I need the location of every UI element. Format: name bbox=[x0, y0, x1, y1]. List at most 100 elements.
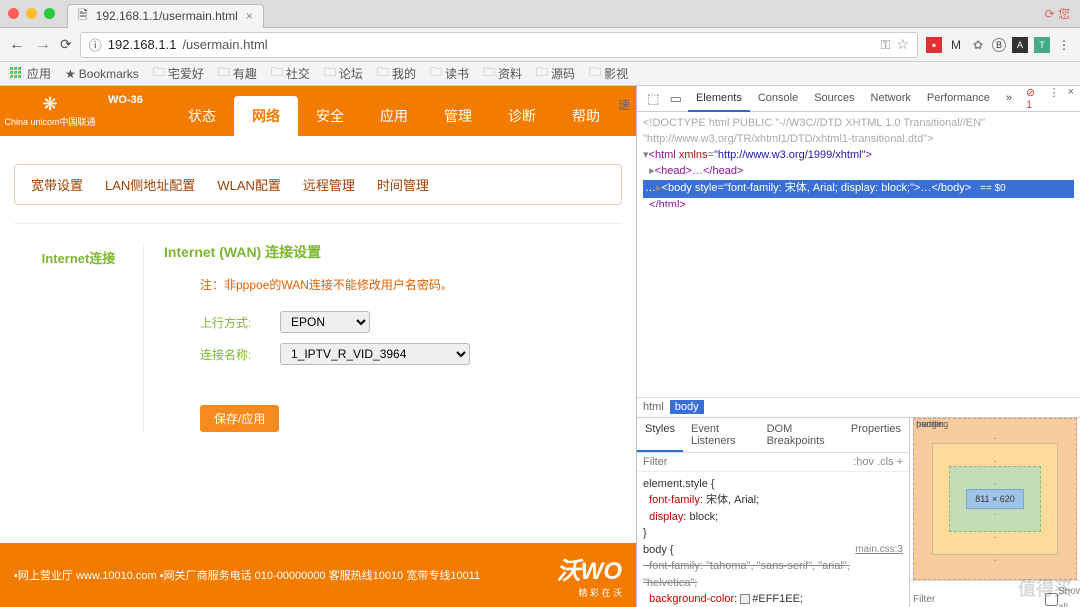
router-header: ❋ China unicom中国联通 WO-36 状态 网络 安全 应用 管理 … bbox=[0, 86, 636, 136]
browser-tab[interactable]: 🗎 192.168.1.1/usermain.html × bbox=[67, 4, 264, 28]
section-title: Internet (WAN) 连接设置 bbox=[164, 242, 622, 262]
dom-tree[interactable]: <!DOCTYPE html PUBLIC "-//W3C//DTD XHTML… bbox=[637, 112, 1080, 207]
minimize-window-icon[interactable] bbox=[26, 8, 37, 19]
bookmark-folder[interactable]: 🗀 影视 bbox=[589, 63, 628, 84]
bookmark-folder[interactable]: 🗀 社交 bbox=[271, 63, 310, 84]
maximize-window-icon[interactable] bbox=[44, 8, 55, 19]
tabs-more-icon[interactable]: » bbox=[998, 86, 1020, 112]
site-info-icon[interactable]: ⓘ bbox=[89, 35, 102, 54]
router-model: WO-36 bbox=[108, 94, 143, 106]
properties-tab[interactable]: Properties bbox=[843, 418, 909, 452]
bookmark-folder[interactable]: 🗀 读书 bbox=[430, 63, 469, 84]
uplink-label: 上行方式: bbox=[200, 314, 280, 331]
ext-icon-3[interactable]: ✿ bbox=[970, 37, 986, 53]
dom-breadcrumb: html body bbox=[637, 397, 1080, 417]
event-listeners-tab[interactable]: Event Listeners bbox=[683, 418, 759, 452]
subnav-lan[interactable]: LAN侧地址配置 bbox=[105, 175, 195, 194]
devtools-close-icon[interactable]: × bbox=[1068, 86, 1074, 111]
devtools-tabs: Elements Console Sources Network Perform… bbox=[688, 86, 1020, 112]
close-tab-icon[interactable]: × bbox=[246, 9, 253, 23]
bookmark-folder[interactable]: 🗀 宅爱好 bbox=[153, 63, 204, 84]
box-content-size: 811 × 620 bbox=[966, 489, 1024, 509]
url-input[interactable]: ⓘ 192.168.1.1/usermain.html ⚿ ☆ bbox=[80, 32, 918, 58]
tab-network[interactable]: Network bbox=[863, 86, 919, 112]
reload-button[interactable]: ⟳ bbox=[60, 36, 72, 53]
bookmark-folder[interactable]: 🗀 我的 bbox=[377, 63, 416, 84]
tab-sources[interactable]: Sources bbox=[806, 86, 862, 112]
page-content: ❋ China unicom中国联通 WO-36 状态 网络 安全 应用 管理 … bbox=[0, 86, 636, 607]
bookmark-folder[interactable]: 🗀 资料 bbox=[483, 63, 522, 84]
crumb-html[interactable]: html bbox=[643, 401, 664, 413]
bookmarks-bar: 应用 ★ Bookmarks 🗀 宅爱好 🗀 有趣 🗀 社交 🗀 论坛 🗀 我的… bbox=[0, 62, 1080, 86]
nav-diagnose[interactable]: 诊断 bbox=[490, 96, 554, 136]
ext-icon-6[interactable]: T bbox=[1034, 37, 1050, 53]
nav-status[interactable]: 状态 bbox=[170, 96, 234, 136]
device-toggle-icon[interactable]: ▭ bbox=[665, 91, 685, 107]
extension-badge[interactable]: ⟳ 您 bbox=[1045, 5, 1070, 22]
dom-breakpoints-tab[interactable]: DOM Breakpoints bbox=[759, 418, 843, 452]
sub-nav: 宽带设置 LAN侧地址配置 WLAN配置 远程管理 时间管理 bbox=[14, 164, 622, 205]
tab-performance[interactable]: Performance bbox=[919, 86, 998, 112]
subnav-remote[interactable]: 远程管理 bbox=[303, 175, 355, 194]
save-apply-button[interactable]: 保存/应用 bbox=[200, 405, 279, 432]
tab-elements[interactable]: Elements bbox=[688, 86, 750, 112]
bookmark-star-icon[interactable]: ☆ bbox=[896, 36, 909, 53]
uplink-select[interactable]: EPON bbox=[280, 311, 370, 333]
crumb-body[interactable]: body bbox=[670, 400, 704, 414]
subnav-broadband[interactable]: 宽带设置 bbox=[31, 175, 83, 194]
close-window-icon[interactable] bbox=[8, 8, 19, 19]
styles-filter-input[interactable] bbox=[643, 456, 853, 468]
ext-icon-4[interactable]: B bbox=[992, 38, 1006, 52]
side-menu: Internet连接 bbox=[14, 242, 144, 432]
conn-name-select[interactable]: 1_IPTV_R_VID_3964 bbox=[280, 343, 470, 365]
css-rules[interactable]: element.style { font-family: 宋体, Arial; … bbox=[637, 472, 909, 607]
devtools-toolbar: ⬚ ▭ Elements Console Sources Network Per… bbox=[637, 86, 1080, 112]
ext-icon-2[interactable]: M bbox=[948, 37, 964, 53]
unicom-logo: ❋ China unicom中国联通 bbox=[0, 86, 100, 136]
tab-console[interactable]: Console bbox=[750, 86, 806, 112]
inspect-icon[interactable]: ⬚ bbox=[643, 91, 663, 107]
address-bar: ← → ⟳ ⓘ 192.168.1.1/usermain.html ⚿ ☆ ▪ … bbox=[0, 28, 1080, 62]
bookmark-folder[interactable]: 🗀 有趣 bbox=[218, 63, 257, 84]
conn-name-label: 连接名称: bbox=[200, 346, 280, 363]
watermark: 值得买 bbox=[1018, 575, 1072, 601]
footer-text: ▪网上营业厅 www.10010.com ▪网关厂商服务电话 010-00000… bbox=[14, 567, 480, 583]
router-footer: ▪网上营业厅 www.10010.com ▪网关厂商服务电话 010-00000… bbox=[0, 543, 636, 607]
back-button[interactable]: ← bbox=[8, 36, 26, 54]
config-panel: Internet连接 Internet (WAN) 连接设置 注：非pppoe的… bbox=[14, 223, 622, 450]
devtools-menu-icon[interactable]: ⋮ bbox=[1049, 86, 1060, 111]
subnav-wlan[interactable]: WLAN配置 bbox=[217, 175, 281, 194]
devtools-panel: ⬚ ▭ Elements Console Sources Network Per… bbox=[636, 86, 1080, 607]
tab-title: 192.168.1.1/usermain.html bbox=[96, 9, 238, 23]
error-count[interactable]: ⊘ 1 bbox=[1026, 86, 1041, 111]
forward-button: → bbox=[34, 36, 52, 54]
apps-shortcut[interactable]: 应用 bbox=[10, 65, 51, 82]
styles-tab[interactable]: Styles bbox=[637, 418, 683, 452]
nav-security[interactable]: 安全 bbox=[298, 96, 362, 136]
footer-brand: 沃WO bbox=[557, 558, 622, 585]
bookmark-folder[interactable]: 🗀 源码 bbox=[536, 63, 575, 84]
config-note: 注：非pppoe的WAN连接不能修改用户名密码。 bbox=[200, 276, 622, 293]
bookmark-item[interactable]: ★ Bookmarks bbox=[65, 67, 139, 81]
nav-manage[interactable]: 管理 bbox=[426, 96, 490, 136]
chrome-menu-icon[interactable]: ⋮ bbox=[1056, 37, 1072, 53]
extension-icons: ▪ M ✿ B A T ⋮ bbox=[926, 37, 1072, 53]
ext-icon-1[interactable]: ▪ bbox=[926, 37, 942, 53]
nav-help[interactable]: 帮助 bbox=[554, 96, 618, 136]
nav-network[interactable]: 网络 bbox=[234, 96, 298, 136]
url-path: /usermain.html bbox=[182, 37, 267, 52]
tab-favicon: 🗎 bbox=[78, 6, 88, 27]
footer-slogan: 精 彩 在 沃 bbox=[557, 586, 622, 599]
dollar-zero-badge: == $0 bbox=[977, 183, 1009, 194]
header-notice: 速 bbox=[618, 96, 630, 113]
nav-app[interactable]: 应用 bbox=[362, 96, 426, 136]
subnav-time[interactable]: 时间管理 bbox=[377, 175, 429, 194]
ext-icon-5[interactable]: A bbox=[1012, 37, 1028, 53]
bookmark-folder[interactable]: 🗀 论坛 bbox=[324, 63, 363, 84]
rule-source-link[interactable]: main.css:3 bbox=[855, 542, 903, 557]
password-key-icon[interactable]: ⚿ bbox=[881, 37, 891, 53]
browser-tab-strip: 🗎 192.168.1.1/usermain.html × ⟳ 您 bbox=[0, 0, 1080, 28]
side-internet-link[interactable]: Internet连接 bbox=[42, 251, 116, 266]
window-controls[interactable] bbox=[8, 8, 55, 19]
hov-cls-toggle[interactable]: :hov .cls + bbox=[853, 456, 903, 468]
